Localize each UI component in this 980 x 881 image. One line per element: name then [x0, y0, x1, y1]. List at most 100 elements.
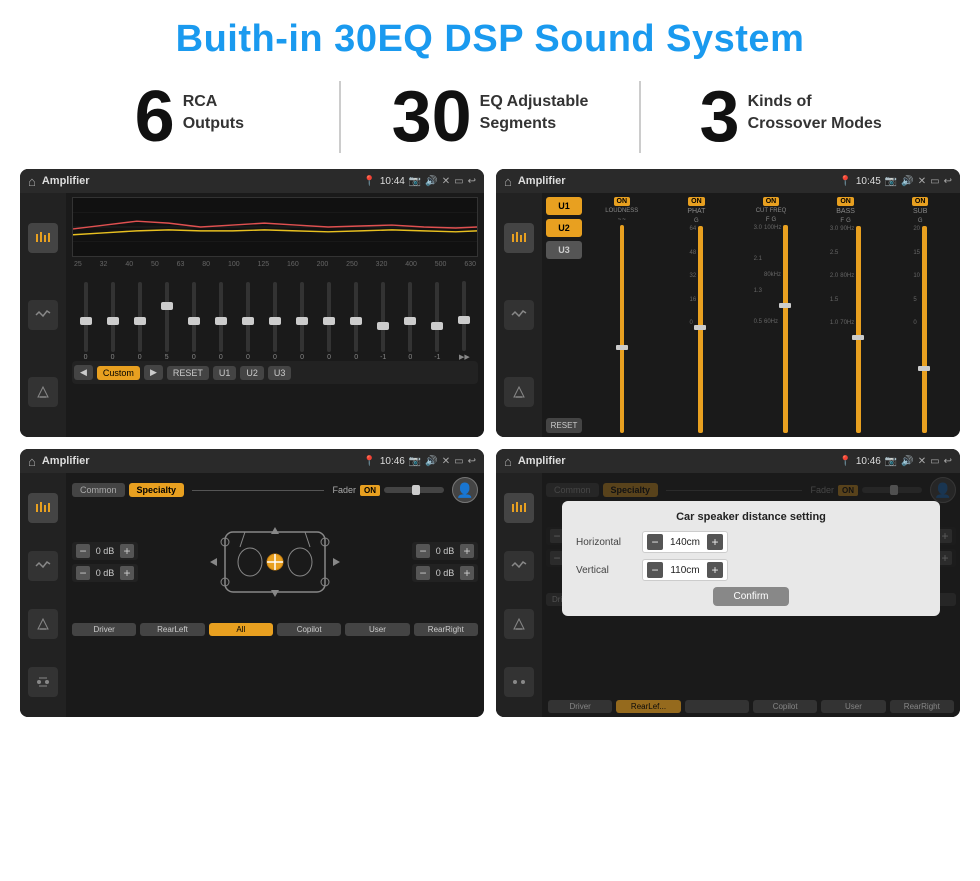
dialog-rearleft-btn[interactable]: RearLef...	[616, 700, 680, 713]
eq-play-btn[interactable]: ▶	[144, 365, 163, 380]
dialog-sidebar-icon-4[interactable]	[504, 667, 534, 697]
cross-back-icon[interactable]: ↩	[468, 456, 476, 467]
dialog-horizontal-plus[interactable]: +	[707, 534, 723, 550]
eq-slider-4[interactable]: 5	[155, 282, 178, 361]
cross-close-icon[interactable]: ✕	[442, 456, 450, 467]
dialog-all-btn[interactable]	[685, 700, 749, 713]
cross-db-minus-tl[interactable]: −	[76, 544, 90, 558]
cutfreq-on[interactable]: ON	[763, 197, 780, 206]
cross-driver-btn[interactable]: Driver	[72, 623, 136, 636]
back-icon[interactable]: ↩	[468, 176, 476, 187]
cross-db-plus-tl[interactable]: +	[120, 544, 134, 558]
dialog-sidebar-icon-2[interactable]	[504, 551, 534, 581]
amp-home-icon[interactable]: ⌂	[504, 174, 512, 189]
cross-db-group-tl: − 0 dB +	[72, 542, 138, 560]
amp-sidebar-icon-2[interactable]	[504, 300, 534, 330]
cross-db-plus-tr[interactable]: +	[460, 544, 474, 558]
cross-all-btn[interactable]: All	[209, 623, 273, 636]
cross-rearleft-btn[interactable]: RearLeft	[140, 623, 204, 636]
eq-slider-9[interactable]: 0	[291, 282, 314, 361]
amp-close-icon[interactable]: ✕	[918, 176, 926, 187]
dialog-driver-btn[interactable]: Driver	[548, 700, 612, 713]
eq-u1-btn[interactable]: U1	[213, 366, 237, 380]
eq-sidebar-icon-1[interactable]	[28, 223, 58, 253]
eq-prev-btn[interactable]: ◀	[74, 365, 93, 380]
dialog-vertical-minus[interactable]: −	[647, 562, 663, 578]
bass-on[interactable]: ON	[837, 197, 854, 206]
eq-sidebar-icon-3[interactable]	[28, 377, 58, 407]
amp-u1-btn[interactable]: U1	[546, 197, 582, 215]
eq-slider-3[interactable]: 0	[128, 282, 151, 361]
dialog-confirm-button[interactable]: Confirm	[713, 587, 788, 606]
eq-slider-11[interactable]: 0	[345, 282, 368, 361]
cross-fader-on[interactable]: ON	[360, 485, 380, 496]
freq-25: 25	[74, 261, 82, 268]
dialog-camera-icon: 📷	[885, 456, 897, 467]
dialog-sidebar-icon-1[interactable]	[504, 493, 534, 523]
amp-u2-btn[interactable]: U2	[546, 219, 582, 237]
dialog-close-icon[interactable]: ✕	[918, 456, 926, 467]
loudness-on[interactable]: ON	[614, 197, 631, 206]
eq-topbar: ⌂ Amplifier 📍 10:44 📷 🔊 ✕ ▭ ↩	[20, 169, 484, 193]
eq-slider-12[interactable]: -1	[372, 282, 395, 361]
eq-slider-13[interactable]: 0	[399, 282, 422, 361]
dialog-horizontal-row: Horizontal − 140cm +	[576, 531, 926, 553]
phat-on[interactable]: ON	[688, 197, 705, 206]
eq-slider-2[interactable]: 0	[101, 282, 124, 361]
dialog-vertical-plus[interactable]: +	[707, 562, 723, 578]
sub-on[interactable]: ON	[912, 197, 929, 206]
cross-tab-specialty[interactable]: Specialty	[129, 483, 185, 497]
amp-sidebar-icon-1[interactable]	[504, 223, 534, 253]
freq-200: 200	[317, 261, 329, 268]
eq-reset-btn[interactable]: RESET	[167, 366, 209, 380]
cross-home-icon[interactable]: ⌂	[28, 454, 36, 469]
dialog-sidebar-icon-3[interactable]	[504, 609, 534, 639]
cross-rearright-btn[interactable]: RearRight	[414, 623, 478, 636]
cross-db-plus-bl[interactable]: +	[120, 566, 134, 580]
eq-slider-5[interactable]: 0	[182, 282, 205, 361]
car-diagram	[142, 507, 408, 617]
dialog-home-icon[interactable]: ⌂	[504, 454, 512, 469]
dialog-rearright-btn[interactable]: RearRight	[890, 700, 954, 713]
window-icon: ▭	[454, 176, 463, 187]
eq-slider-7[interactable]: 0	[236, 282, 259, 361]
cross-camera-icon: 📷	[409, 456, 421, 467]
cross-db-plus-br[interactable]: +	[460, 566, 474, 580]
home-icon[interactable]: ⌂	[28, 174, 36, 189]
cross-sidebar-icon-4[interactable]	[28, 667, 58, 697]
dialog-user-btn[interactable]: User	[821, 700, 885, 713]
eq-freq-labels: 25 32 40 50 63 80 100 125 160 200 250 32…	[72, 261, 478, 268]
cross-tab-common[interactable]: Common	[72, 483, 125, 497]
dialog-copilot-btn[interactable]: Copilot	[753, 700, 817, 713]
cross-user-btn[interactable]: User	[345, 623, 409, 636]
cross-copilot-btn[interactable]: Copilot	[277, 623, 341, 636]
amp-reset-btn[interactable]: RESET	[546, 418, 582, 433]
cross-db-minus-tr[interactable]: −	[416, 544, 430, 558]
eq-u2-btn[interactable]: U2	[240, 366, 264, 380]
amp-back-icon[interactable]: ↩	[944, 176, 952, 187]
amp-u3-btn[interactable]: U3	[546, 241, 582, 259]
eq-custom-btn[interactable]: Custom	[97, 366, 140, 380]
amp-sidebar-icon-3[interactable]	[504, 377, 534, 407]
dialog-horizontal-minus[interactable]: −	[647, 534, 663, 550]
eq-slider-14[interactable]: -1	[426, 282, 449, 361]
eq-sidebar-icon-2[interactable]	[28, 300, 58, 330]
eq-slider-8[interactable]: 0	[263, 282, 286, 361]
cross-db-minus-br[interactable]: −	[416, 566, 430, 580]
cross-db-group-bl: − 0 dB +	[72, 564, 138, 582]
cross-sidebar-icon-2[interactable]	[28, 551, 58, 581]
avatar-icon[interactable]: 👤	[452, 477, 478, 503]
cross-fader-slider[interactable]	[384, 487, 444, 493]
volume-icon: 🔊	[425, 176, 437, 187]
eq-slider-15[interactable]: ▶▶	[453, 281, 476, 361]
cross-sidebar-icon-1[interactable]	[28, 493, 58, 523]
eq-slider-1[interactable]: 0	[74, 282, 97, 361]
eq-slider-10[interactable]: 0	[318, 282, 341, 361]
eq-u3-btn[interactable]: U3	[268, 366, 292, 380]
cross-db-minus-bl[interactable]: −	[76, 566, 90, 580]
cross-db-val-tr: 0 dB	[432, 546, 458, 556]
dialog-back-icon[interactable]: ↩	[944, 456, 952, 467]
cross-sidebar-icon-3[interactable]	[28, 609, 58, 639]
eq-slider-6[interactable]: 0	[209, 282, 232, 361]
close-icon[interactable]: ✕	[442, 176, 450, 187]
